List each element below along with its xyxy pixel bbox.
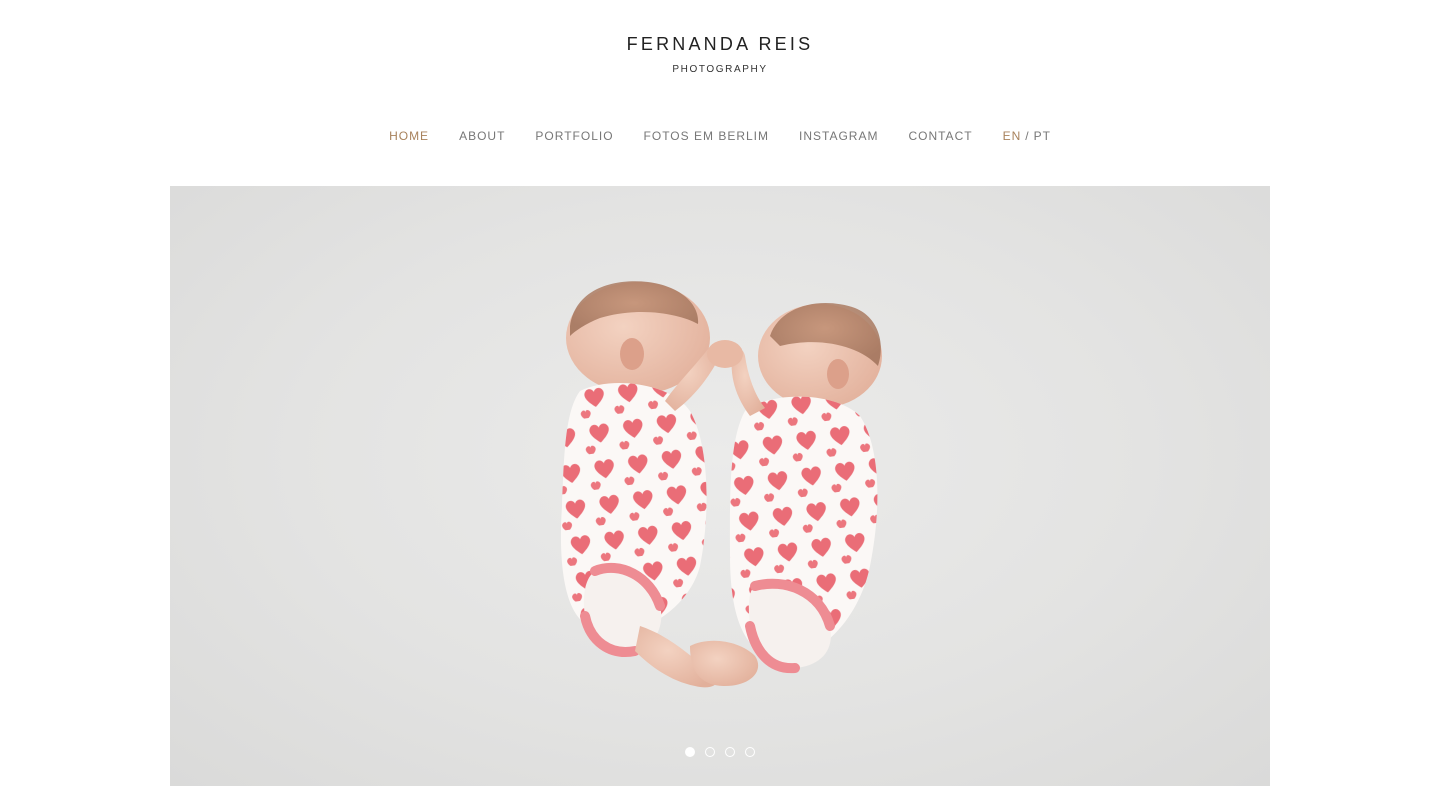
lang-pt-link[interactable]: PT [1034,129,1051,143]
hero-image [560,281,882,688]
nav-item-home[interactable]: HOME [389,129,429,143]
lang-en-link[interactable]: EN [1003,129,1022,143]
nav-item-contact[interactable]: CONTACT [908,129,972,143]
baby-left-illustration [560,281,722,688]
slider-dot-4[interactable] [745,747,755,757]
hero-slider[interactable] [170,186,1270,786]
brand-name[interactable]: FERNANDA REIS [0,34,1440,54]
slider-pagination [170,747,1270,757]
lang-separator: / [1025,129,1030,143]
slider-dot-1[interactable] [685,747,695,757]
nav-item-portfolio[interactable]: PORTFOLIO [535,129,613,143]
nav-item-instagram[interactable]: INSTAGRAM [799,129,878,143]
site-logo[interactable]: FERNANDA REIS PHOTOGRAPHY [0,34,1440,76]
brand-subtitle: PHOTOGRAPHY [672,64,768,75]
nav-item-about[interactable]: ABOUT [459,129,505,143]
language-switcher: EN / PT [1003,129,1051,143]
page: FERNANDA REIS PHOTOGRAPHY HOME ABOUT POR… [0,0,1440,802]
hands-detail [707,340,743,368]
slider-dot-2[interactable] [705,747,715,757]
main-nav: HOME ABOUT PORTFOLIO FOTOS EM BERLIM INS… [0,129,1440,143]
nav-item-fotos-em-berlim[interactable]: FOTOS EM BERLIM [644,129,769,143]
slider-dot-3[interactable] [725,747,735,757]
